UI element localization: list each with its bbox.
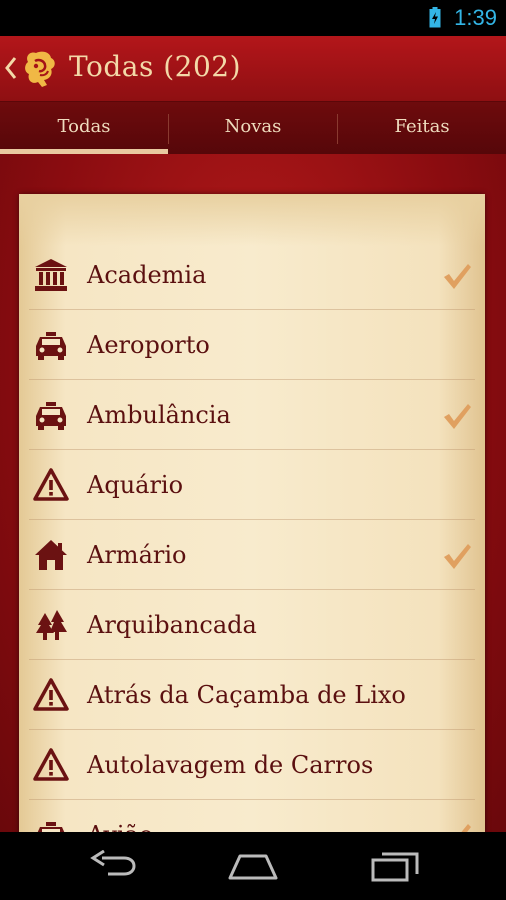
tab-label: Feitas — [394, 116, 450, 137]
tab-bar: Todas Novas Feitas — [0, 102, 506, 154]
list-item-label: Academia — [87, 261, 207, 289]
battery-charging-icon — [429, 7, 441, 28]
list-item[interactable]: Arquibancada — [19, 590, 485, 660]
status-time: 1:39 — [454, 5, 497, 30]
action-bar: Todas (202) — [0, 36, 506, 102]
list-item[interactable]: Atrás da Caçamba de Lixo — [19, 660, 485, 730]
warning-icon — [33, 468, 69, 501]
tab-feitas[interactable]: Feitas — [338, 102, 506, 154]
taxi-icon — [36, 402, 66, 430]
trees-icon — [36, 610, 67, 640]
back-icon[interactable] — [4, 55, 18, 81]
status-bar: 1:39 — [0, 0, 506, 36]
list-item[interactable]: Academia — [19, 240, 485, 310]
tab-label: Todas — [57, 116, 111, 137]
bank-building-icon — [35, 259, 67, 291]
list-item-label: Aquário — [87, 471, 184, 499]
list-item-label: Armário — [87, 541, 187, 569]
recent-apps-icon[interactable] — [370, 850, 420, 882]
list-item[interactable]: Ambulância — [19, 380, 485, 450]
taxi-icon — [36, 332, 66, 360]
list-item-label: Autolavagem de Carros — [87, 751, 374, 779]
list-item-label: Ambulância — [87, 401, 231, 429]
navigation-bar — [0, 832, 506, 900]
checkmark-icon — [444, 544, 471, 569]
checkmark-icon — [444, 264, 471, 289]
tab-todas[interactable]: Todas — [0, 102, 168, 154]
app-logo-icon[interactable] — [20, 47, 60, 91]
list-item[interactable]: Aquário — [19, 450, 485, 520]
taxi-icon — [37, 822, 65, 832]
home-nav-icon[interactable] — [226, 850, 280, 882]
page-title: Todas (202) — [69, 50, 242, 83]
list-item-label: Arquibancada — [87, 611, 257, 639]
back-nav-icon[interactable] — [88, 850, 138, 882]
checkmark-icon — [461, 824, 471, 832]
tab-label: Novas — [224, 116, 282, 137]
list-item-label: Aeroporto — [87, 331, 210, 359]
list-item[interactable]: Avião — [19, 800, 485, 832]
tab-novas[interactable]: Novas — [169, 102, 337, 154]
list-container[interactable]: Academia Aeroporto Ambulância Aquário Ar… — [0, 154, 506, 832]
list-item[interactable]: Autolavagem de Carros — [19, 730, 485, 800]
house-icon — [35, 540, 67, 570]
list-item-label: Atrás da Caçamba de Lixo — [87, 681, 406, 709]
warning-icon — [33, 748, 69, 781]
list-item-label: Avião — [87, 800, 153, 832]
list-item[interactable]: Aeroporto — [19, 310, 485, 380]
warning-icon — [33, 678, 69, 711]
checkmark-icon — [444, 404, 471, 429]
list-item[interactable]: Armário — [19, 520, 485, 590]
